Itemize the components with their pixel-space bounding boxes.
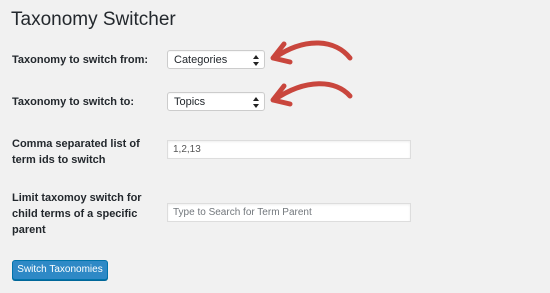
- term-parent-placeholder: Type to Search for Term Parent: [173, 207, 312, 218]
- select-arrows-icon: [253, 97, 260, 108]
- term-ids-value: 1,2,13: [173, 144, 201, 155]
- parent-label: Limit taxomoy switch for child terms of …: [12, 190, 142, 238]
- term-ids-label-line2: term ids to switch: [12, 154, 106, 166]
- parent-label-line1: Limit taxomoy switch for: [12, 192, 142, 204]
- taxonomy-to-select[interactable]: Topics: [167, 92, 265, 111]
- taxonomy-from-select[interactable]: Categories: [167, 50, 265, 69]
- switch-taxonomies-button[interactable]: Switch Taxonomies: [12, 260, 108, 280]
- parent-label-line2: child terms of a specific: [12, 208, 138, 220]
- page-title: Taxonomy Switcher: [11, 9, 176, 30]
- taxonomy-from-value: Categories: [174, 54, 228, 66]
- term-ids-label-line1: Comma separated list of: [12, 138, 140, 150]
- parent-label-line3: parent: [12, 224, 46, 236]
- taxonomy-from-label: Taxonomy to switch from:: [12, 54, 149, 66]
- annotation-arrow-icon: [270, 81, 353, 107]
- term-ids-label: Comma separated list of term ids to swit…: [12, 136, 140, 168]
- term-ids-input[interactable]: 1,2,13: [167, 140, 411, 159]
- taxonomy-to-value: Topics: [174, 96, 206, 108]
- term-parent-search-input[interactable]: Type to Search for Term Parent: [167, 203, 411, 222]
- taxonomy-to-label: Taxonomy to switch to:: [12, 96, 135, 108]
- select-arrows-icon: [253, 55, 260, 66]
- annotation-arrow-icon: [270, 40, 353, 65]
